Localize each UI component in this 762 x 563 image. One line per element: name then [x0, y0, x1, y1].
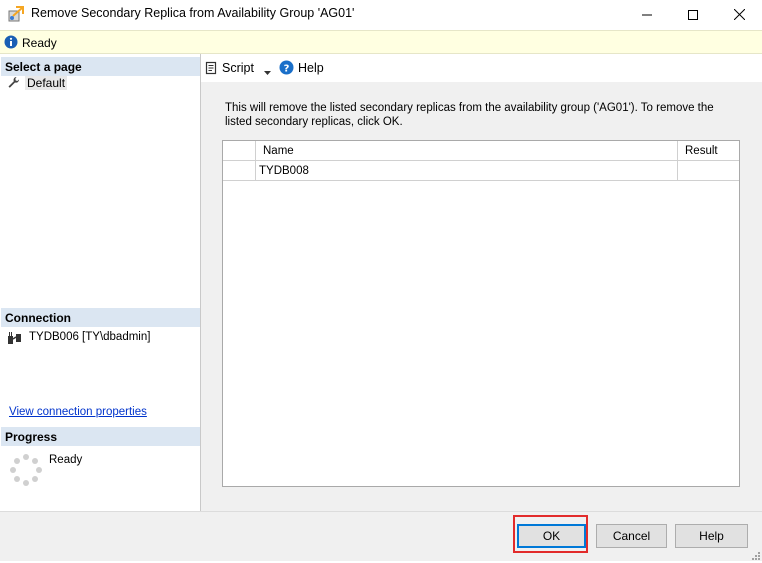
replica-grid: Name Result TYDB008	[222, 140, 740, 487]
progress-header-label: Progress	[5, 430, 58, 444]
window-title: Remove Secondary Replica from Availabili…	[31, 6, 355, 20]
cancel-button[interactable]: Cancel	[596, 524, 667, 548]
connection-value: TYDB006 [TY\dbadmin]	[29, 331, 151, 343]
grid-row-header[interactable]	[223, 161, 256, 181]
grid-header-result[interactable]: Result	[678, 141, 739, 161]
select-page-header-label: Select a page	[5, 60, 82, 74]
sidebar-item-label: Default	[25, 76, 68, 90]
help-toolbar-label: Help	[298, 61, 324, 75]
help-button[interactable]: Help	[675, 524, 748, 548]
progress-header: Progress	[1, 427, 200, 446]
maximize-button[interactable]	[670, 0, 716, 29]
progress-status: Ready	[49, 454, 83, 466]
sidebar-item-default[interactable]: Default	[6, 75, 196, 91]
connection-header: Connection	[1, 308, 200, 327]
ok-button[interactable]: OK	[517, 524, 586, 548]
select-page-header: Select a page	[1, 57, 200, 76]
app-icon	[8, 6, 24, 22]
close-icon	[733, 9, 745, 20]
view-connection-properties-link[interactable]: View connection properties	[9, 406, 147, 418]
connection-icon	[7, 331, 23, 348]
grid-cell-name[interactable]: TYDB008	[256, 161, 678, 181]
close-button[interactable]	[716, 0, 762, 29]
maximize-icon	[688, 9, 698, 20]
chevron-down-icon[interactable]	[264, 65, 271, 79]
info-icon	[4, 35, 18, 49]
progress-spinner-icon	[10, 454, 42, 489]
toolbar: Script ? Help	[201, 54, 762, 82]
status-text: Ready	[22, 36, 57, 50]
grid-corner-cell	[223, 141, 256, 161]
minimize-button[interactable]	[624, 0, 670, 29]
connection-header-label: Connection	[5, 311, 71, 325]
grid-header-name[interactable]: Name	[256, 141, 678, 161]
script-icon	[205, 61, 218, 78]
minimize-icon	[642, 14, 652, 15]
wrench-icon	[7, 76, 20, 92]
title-bar: Remove Secondary Replica from Availabili…	[0, 0, 762, 29]
script-label: Script	[222, 61, 254, 75]
description-text: This will remove the listed secondary re…	[225, 102, 714, 128]
status-bar: Ready	[0, 30, 762, 54]
svg-text:?: ?	[284, 64, 290, 75]
help-icon: ?	[279, 60, 294, 78]
grid-cell-result[interactable]	[678, 161, 739, 181]
